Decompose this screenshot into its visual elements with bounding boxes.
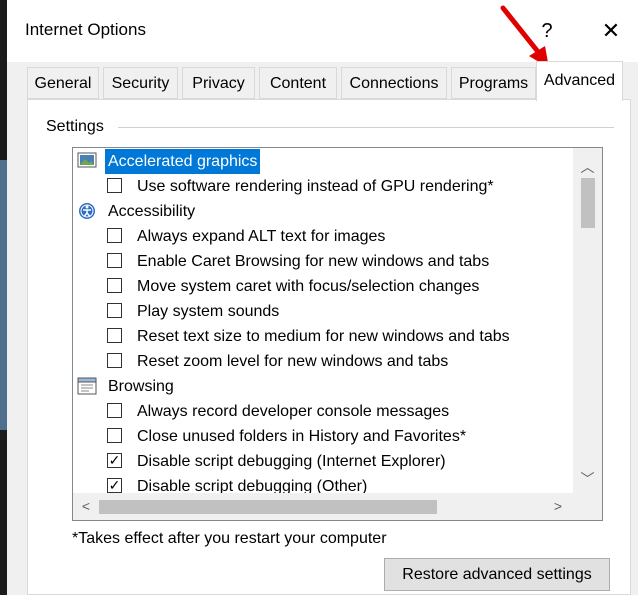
vertical-scrollbar[interactable]: ︿ ﹀ [573, 148, 602, 493]
background-window-strip [0, 160, 7, 430]
close-button[interactable]: ✕ [591, 14, 631, 48]
monitor-icon [77, 152, 97, 168]
tab-security[interactable]: Security [103, 67, 178, 99]
checkbox[interactable] [107, 178, 122, 193]
tab-programs[interactable]: Programs [451, 67, 536, 99]
option-label: Close unused folders in History and Favo… [137, 428, 467, 445]
option-label: Move system caret with focus/selection c… [137, 278, 480, 295]
tab-content[interactable]: Content [259, 67, 337, 99]
tab-privacy[interactable]: Privacy [182, 67, 255, 99]
checkbox[interactable] [107, 253, 122, 268]
tab-advanced[interactable]: Advanced [536, 61, 623, 101]
checkbox[interactable] [107, 303, 122, 318]
window-title: Internet Options [25, 20, 146, 39]
settings-list-area: Accelerated graphics Use software render… [73, 148, 573, 493]
browser-window-icon [77, 377, 97, 395]
option-label: Disable script debugging (Other) [137, 478, 368, 493]
vertical-scroll-thumb[interactable] [581, 178, 595, 228]
option-label: Always expand ALT text for images [137, 228, 386, 245]
checkbox[interactable] [107, 428, 122, 443]
internet-options-dialog: Internet Options ? ✕ General Security Pr… [7, 0, 638, 595]
tab-connections[interactable]: Connections [341, 67, 447, 99]
restart-footnote: *Takes effect after you restart your com… [72, 530, 387, 547]
option-label: Enable Caret Browsing for new windows an… [137, 253, 490, 270]
option-label: Always record developer console messages [137, 403, 450, 420]
horizontal-scroll-thumb[interactable] [99, 500, 437, 514]
category-label: Accelerated graphics [105, 149, 261, 174]
checkbox-checked[interactable]: ✓ [107, 453, 122, 468]
scroll-down-arrow-icon[interactable]: ﹀ [573, 468, 602, 490]
horizontal-scrollbar[interactable]: < > [73, 493, 602, 520]
category-label: Browsing [108, 378, 174, 395]
option-label: Reset zoom level for new windows and tab… [137, 353, 449, 370]
scrollbar-corner [573, 493, 602, 520]
background-window-edge [0, 0, 7, 595]
option-label: Reset text size to medium for new window… [137, 328, 510, 345]
settings-group-label: Settings [46, 118, 110, 136]
checkbox[interactable] [107, 228, 122, 243]
option-label: Use software rendering instead of GPU re… [137, 178, 494, 195]
checkbox[interactable] [107, 353, 122, 368]
advanced-tab-panel: Settings Accelerated graphics Use softwa… [27, 99, 631, 595]
accessibility-icon [79, 203, 95, 219]
option-label: Play system sounds [137, 303, 280, 320]
category-label: Accessibility [108, 203, 196, 220]
checkbox[interactable] [107, 328, 122, 343]
settings-group-divider [118, 127, 614, 128]
checkbox[interactable] [107, 278, 122, 293]
scroll-right-arrow-icon[interactable]: > [545, 493, 571, 520]
scroll-left-arrow-icon[interactable]: < [73, 493, 99, 520]
tab-general[interactable]: General [27, 67, 99, 99]
scroll-up-arrow-icon[interactable]: ︿ [573, 156, 602, 178]
checkbox-checked[interactable]: ✓ [107, 478, 122, 493]
checkbox[interactable] [107, 403, 122, 418]
option-label: Disable script debugging (Internet Explo… [137, 453, 446, 470]
restore-advanced-settings-button[interactable]: Restore advanced settings [384, 558, 610, 591]
settings-tree-list[interactable]: Accelerated graphics Use software render… [72, 147, 603, 521]
